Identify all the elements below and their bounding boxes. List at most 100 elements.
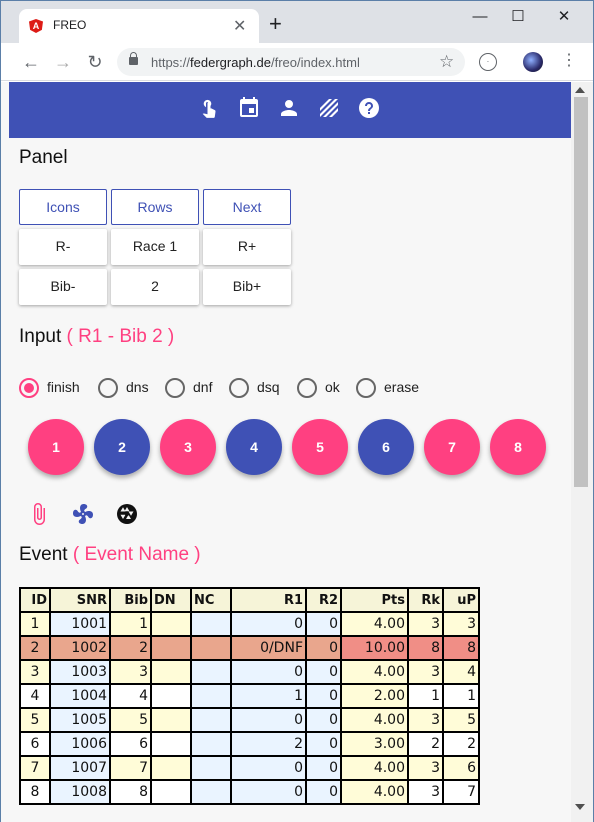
table-row[interactable]: 1 1001 1 0 0 4.00 3 3 <box>19 611 480 637</box>
table-row[interactable]: 8 1008 8 0 0 4.00 3 7 <box>19 779 480 805</box>
cell-dn <box>150 611 192 637</box>
next-button[interactable]: Next <box>203 189 291 225</box>
col-header-bib[interactable]: Bib <box>109 587 152 613</box>
fan-icon[interactable] <box>71 502 95 526</box>
maximize-button[interactable]: ☐ <box>495 7 541 29</box>
cell-bib: 6 <box>109 731 152 757</box>
stripes-icon[interactable] <box>317 96 341 120</box>
extension-icon[interactable]: · <box>479 53 497 71</box>
cell-rk: 3 <box>407 755 444 781</box>
vertical-scrollbar[interactable] <box>571 82 593 822</box>
forward-arrow-icon[interactable]: → <box>53 52 73 72</box>
help-icon[interactable] <box>357 96 381 120</box>
table-row[interactable]: 4 1004 4 1 0 2.00 1 1 <box>19 683 480 709</box>
scroll-down-arrow-icon[interactable] <box>575 804 585 810</box>
bib-fab-8[interactable]: 8 <box>490 419 546 475</box>
cell-bib: 3 <box>109 659 152 685</box>
bib-fab-3[interactable]: 3 <box>160 419 216 475</box>
cell-pts: 4.00 <box>340 707 409 733</box>
browser-window: A FREO ✕ + — ☐ ✕ ← → ↻ https://federgrap… <box>0 0 594 822</box>
table-row[interactable]: 2 1002 2 0/DNF 0 10.00 8 8 <box>19 635 480 661</box>
app-toolbar <box>9 82 571 138</box>
bookmark-star-icon[interactable]: ☆ <box>439 52 454 72</box>
scroll-thumb[interactable] <box>574 97 588 487</box>
bib-fab-4[interactable]: 4 <box>226 419 282 475</box>
tab-strip: A FREO ✕ + — ☐ ✕ <box>1 1 593 43</box>
cell-up: 5 <box>442 707 480 733</box>
bib-fab-2[interactable]: 2 <box>94 419 150 475</box>
col-header-r1[interactable]: R1 <box>230 587 307 613</box>
bib-fab-1[interactable]: 1 <box>28 419 84 475</box>
reload-icon[interactable]: ↻ <box>85 52 105 72</box>
cell-snr: 1005 <box>49 707 111 733</box>
bib-fab-5[interactable]: 5 <box>292 419 348 475</box>
person-icon[interactable] <box>277 96 301 120</box>
bib-fab-7[interactable]: 7 <box>424 419 480 475</box>
cell-r1: 1 <box>230 683 307 709</box>
radio-circle <box>98 378 118 398</box>
radio-circle <box>165 378 185 398</box>
cell-pts: 10.00 <box>340 635 409 661</box>
cell-r2: 0 <box>305 635 342 661</box>
col-header-pts[interactable]: Pts <box>340 587 409 613</box>
race-minus-button[interactable]: R- <box>19 229 107 265</box>
table-row[interactable]: 5 1005 5 0 0 4.00 3 5 <box>19 707 480 733</box>
rows-button[interactable]: Rows <box>111 189 199 225</box>
cell-dn <box>150 683 192 709</box>
cell-snr: 1008 <box>49 779 111 805</box>
more-menu-icon[interactable]: ⋮ <box>561 51 577 71</box>
cell-dn <box>150 659 192 685</box>
radio-circle <box>229 378 249 398</box>
bib-minus-button[interactable]: Bib- <box>19 269 107 305</box>
cell-snr: 1002 <box>49 635 111 661</box>
event-name: ( Event Name ) <box>72 544 201 565</box>
table-row[interactable]: 7 1007 7 0 0 4.00 3 6 <box>19 755 480 781</box>
race-plus-button[interactable]: R+ <box>203 229 291 265</box>
col-header-id[interactable]: ID <box>19 587 51 613</box>
cell-r2: 0 <box>305 707 342 733</box>
cell-bib: 2 <box>109 635 152 661</box>
cell-rk: 8 <box>407 635 444 661</box>
cell-nc <box>190 611 232 637</box>
close-window-button[interactable]: ✕ <box>541 7 587 29</box>
col-header-r2[interactable]: R2 <box>305 587 342 613</box>
col-header-rk[interactable]: Rk <box>407 587 444 613</box>
profile-avatar[interactable] <box>523 52 543 72</box>
cell-id: 2 <box>19 635 51 661</box>
cell-snr: 1003 <box>49 659 111 685</box>
col-header-nc[interactable]: NC <box>190 587 232 613</box>
cell-dn <box>150 779 192 805</box>
radio-label: dsq <box>257 379 280 395</box>
touch-icon[interactable] <box>197 96 221 120</box>
cell-bib: 4 <box>109 683 152 709</box>
table-header-row: ID SNR Bib DN NC R1 R2 Pts Rk uP <box>19 587 480 613</box>
cell-rk: 1 <box>407 683 444 709</box>
cell-pts: 4.00 <box>340 659 409 685</box>
cell-rk: 2 <box>407 731 444 757</box>
table-row[interactable]: 6 1006 6 2 0 3.00 2 2 <box>19 731 480 757</box>
calendar-icon[interactable] <box>237 96 261 120</box>
race-display[interactable]: Race 1 <box>111 229 199 265</box>
back-arrow-icon[interactable]: ← <box>21 52 41 72</box>
col-header-snr[interactable]: SNR <box>49 587 111 613</box>
attach-icon[interactable] <box>27 502 51 526</box>
bib-display[interactable]: 2 <box>111 269 199 305</box>
camera-shutter-icon[interactable] <box>115 502 139 526</box>
cell-dn <box>150 707 192 733</box>
bib-fab-6[interactable]: 6 <box>358 419 414 475</box>
col-header-dn[interactable]: DN <box>150 587 192 613</box>
cell-nc <box>190 779 232 805</box>
new-tab-button[interactable]: + <box>269 13 282 35</box>
url-input[interactable]: https://federgraph.de/freo/index.html ☆ <box>117 48 465 76</box>
cell-r1: 0 <box>230 779 307 805</box>
browser-tab[interactable]: A FREO ✕ <box>19 9 259 43</box>
bib-plus-button[interactable]: Bib+ <box>203 269 291 305</box>
cell-r2: 0 <box>305 755 342 781</box>
tab-close-icon[interactable]: ✕ <box>233 16 246 36</box>
table-row[interactable]: 3 1003 3 0 0 4.00 3 4 <box>19 659 480 685</box>
icons-button[interactable]: Icons <box>19 189 107 225</box>
col-header-up[interactable]: uP <box>442 587 480 613</box>
scroll-up-arrow-icon[interactable] <box>575 87 585 93</box>
cell-id: 5 <box>19 707 51 733</box>
cell-pts: 4.00 <box>340 779 409 805</box>
